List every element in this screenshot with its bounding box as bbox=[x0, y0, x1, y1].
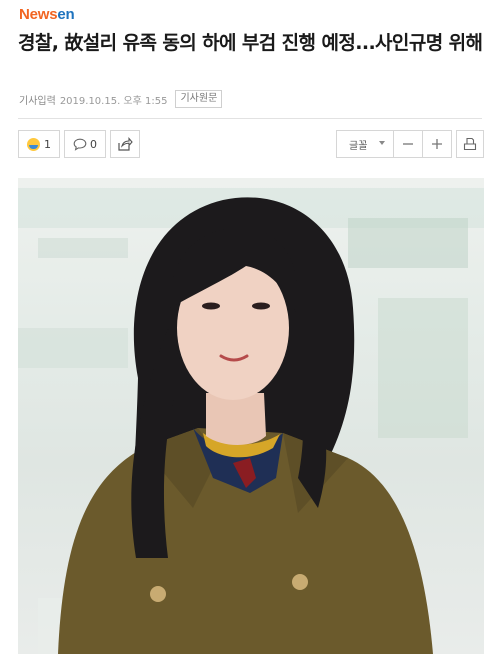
original-article-link[interactable]: 기사원문 bbox=[175, 90, 223, 108]
share-icon bbox=[118, 137, 133, 151]
print-icon bbox=[463, 137, 477, 151]
font-increase-button[interactable] bbox=[423, 130, 452, 158]
reaction-count: 1 bbox=[44, 137, 51, 151]
caret-down-icon bbox=[379, 141, 385, 145]
comment-button[interactable]: 0 bbox=[64, 130, 106, 158]
font-select-label: 글꼴 bbox=[349, 140, 368, 152]
print-button[interactable] bbox=[456, 130, 484, 158]
divider bbox=[18, 118, 482, 119]
logo-part-news: News bbox=[19, 6, 58, 23]
article-toolbar: 1 0 글꼴 bbox=[18, 130, 484, 158]
article-title: 경찰, 故설리 유족 동의 하에 부검 진행 예정...사인규명 위해 bbox=[18, 32, 483, 54]
meta-label: 기사입력 bbox=[19, 95, 56, 107]
minus-icon bbox=[403, 143, 413, 145]
reaction-button[interactable]: 1 bbox=[18, 130, 60, 158]
font-select[interactable]: 글꼴 bbox=[336, 130, 394, 158]
site-logo[interactable]: Newsen bbox=[19, 6, 75, 23]
plus-icon bbox=[432, 139, 442, 149]
photo-illustration bbox=[18, 188, 484, 654]
share-button[interactable] bbox=[110, 130, 140, 158]
emoji-face-icon bbox=[27, 137, 40, 151]
font-decrease-button[interactable] bbox=[394, 130, 423, 158]
article-photo bbox=[18, 178, 484, 654]
logo-part-en: en bbox=[57, 6, 75, 23]
article-datetime: 2019.10.15. 오후 1:55 bbox=[59, 95, 168, 107]
speech-bubble-icon bbox=[73, 138, 87, 151]
article-meta: 기사입력 2019.10.15. 오후 1:55 기사원문 bbox=[19, 90, 223, 108]
comment-count: 0 bbox=[90, 137, 97, 151]
